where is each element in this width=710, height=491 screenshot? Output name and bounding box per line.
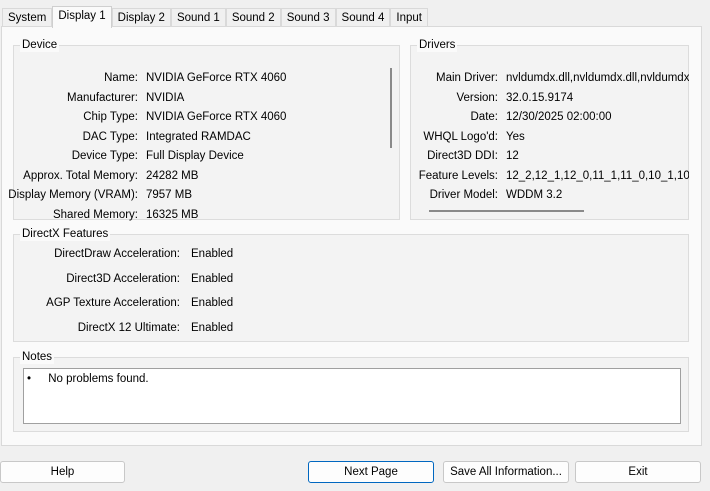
device-title: Device xyxy=(20,38,60,52)
directx-row: DirectX 12 Ultimate: Enabled xyxy=(14,320,688,336)
drivers-value: 12/30/2025 02:00:00 xyxy=(506,111,612,123)
drivers-label: Feature Levels: xyxy=(418,169,498,182)
directx-label: Direct3D Acceleration: xyxy=(66,272,180,285)
next-page-button[interactable]: Next Page xyxy=(308,461,434,483)
drivers-row: Driver Model: WDDM 3.2 xyxy=(411,187,688,203)
tab-sound-2[interactable]: Sound 2 xyxy=(225,8,281,27)
drivers-value: 12_2,12_1,12_0,11_1,11_0,10_1,10_0 xyxy=(506,169,689,182)
device-row: Chip Type: NVIDIA GeForce RTX 4060 xyxy=(14,109,399,125)
drivers-row: Main Driver: nvldumdx.dll,nvldumdx.dll,nv… xyxy=(411,70,689,86)
directx-value: Enabled xyxy=(191,272,234,285)
directx-features-group: DirectX Features DirectDraw Acceleration… xyxy=(13,227,689,342)
drivers-label: Version: xyxy=(456,91,498,104)
drivers-label: Direct3D DDI: xyxy=(427,150,498,162)
bullet-icon: • xyxy=(27,373,32,385)
tab-display-1[interactable]: Display 1 xyxy=(52,6,112,28)
drivers-hscrollbar[interactable] xyxy=(429,210,584,212)
drivers-group: Drivers Main Driver: nvldumdx.dll,nvldumd… xyxy=(410,38,689,220)
device-value: Integrated RAMDAC xyxy=(146,130,251,143)
device-value: 16325 MB xyxy=(146,208,199,221)
directx-label: AGP Texture Acceleration: xyxy=(46,297,180,309)
exit-button[interactable]: Exit xyxy=(575,461,701,483)
device-row: Name: NVIDIA GeForce RTX 4060 xyxy=(14,70,399,86)
tab-sound-3[interactable]: Sound 3 xyxy=(280,8,336,27)
drivers-label: Date: xyxy=(470,111,499,123)
drivers-value: Yes xyxy=(506,130,525,143)
drivers-value: WDDM 3.2 xyxy=(506,189,563,201)
save-all-information-button[interactable]: Save All Information... xyxy=(443,461,569,483)
drivers-value: nvldumdx.dll,nvldumdx.dll,nvldumdx.dll xyxy=(506,72,689,84)
device-value: NVIDIA GeForce RTX 4060 xyxy=(146,111,287,123)
drivers-label: Driver Model: xyxy=(429,189,498,201)
note-text: No problems found. xyxy=(48,373,149,385)
directx-value: Enabled xyxy=(191,297,234,309)
tab-system[interactable]: System xyxy=(2,8,53,27)
tab-bar: System Display 1 Display 2 Sound 1 Sound… xyxy=(2,6,428,28)
device-group: Device Name: NVIDIA GeForce RTX 4060 Manuf… xyxy=(8,38,400,223)
tab-input[interactable]: Input xyxy=(390,8,428,27)
directx-title: DirectX Features xyxy=(20,227,111,241)
drivers-row: Version: 32.0.15.9174 xyxy=(411,90,688,106)
notes-box[interactable]: • No problems found. xyxy=(23,368,681,424)
device-row: Device Type: Full Display Device xyxy=(14,148,399,164)
device-row: Shared Memory: 16325 MB xyxy=(14,207,399,223)
drivers-value: 12 xyxy=(506,150,519,162)
help-button[interactable]: Help xyxy=(0,461,125,483)
drivers-row: Date: 12/30/2025 02:00:00 xyxy=(411,109,688,125)
tab-sound-4[interactable]: Sound 4 xyxy=(335,8,391,27)
drivers-value: 32.0.15.9174 xyxy=(506,91,574,104)
directx-row: AGP Texture Acceleration: Enabled xyxy=(14,295,688,311)
directx-label: DirectX 12 Ultimate: xyxy=(77,321,180,334)
device-value: NVIDIA GeForce RTX 4060 xyxy=(146,72,287,84)
device-label: Device Type: xyxy=(71,150,138,162)
notes-group: Notes • No problems found. xyxy=(13,350,689,432)
device-row: Approx. Total Memory: 24282 MB xyxy=(14,168,399,184)
directx-row: Direct3D Acceleration: Enabled xyxy=(14,271,688,287)
device-value: NVIDIA xyxy=(146,91,185,104)
drivers-row: Feature Levels: 12_2,12_1,12_0,11_1,11_0,… xyxy=(411,168,689,184)
device-row: Display Memory (VRAM): 7957 MB xyxy=(8,187,399,203)
drivers-row: WHQL Logo'd: Yes xyxy=(411,129,688,145)
device-value: 7957 MB xyxy=(146,189,193,201)
tab-sound-1[interactable]: Sound 1 xyxy=(170,8,226,27)
device-label: Shared Memory: xyxy=(52,208,138,221)
directx-value: Enabled xyxy=(191,248,234,260)
directx-value: Enabled xyxy=(191,321,234,334)
drivers-label: WHQL Logo'd: xyxy=(423,130,498,143)
drivers-row: Direct3D DDI: 12 xyxy=(411,148,688,164)
directx-label: DirectDraw Acceleration: xyxy=(54,248,180,260)
device-label: Manufacturer: xyxy=(67,91,138,104)
device-label: Chip Type: xyxy=(83,111,138,123)
device-label: Name: xyxy=(104,72,138,84)
device-label: DAC Type: xyxy=(82,130,138,143)
device-row: DAC Type: Integrated RAMDAC xyxy=(14,129,399,145)
device-label: Approx. Total Memory: xyxy=(23,169,138,182)
device-value: Full Display Device xyxy=(146,150,244,162)
drivers-title: Drivers xyxy=(417,38,458,52)
tab-display-2[interactable]: Display 2 xyxy=(111,8,171,27)
note-item: • No problems found. xyxy=(27,371,149,387)
device-label: Display Memory (VRAM): xyxy=(8,189,138,201)
device-row: Manufacturer: NVIDIA xyxy=(14,90,399,106)
drivers-label: Main Driver: xyxy=(436,72,498,84)
directx-row: DirectDraw Acceleration: Enabled xyxy=(14,246,688,262)
device-value: 24282 MB xyxy=(146,169,199,182)
notes-title: Notes xyxy=(20,350,55,364)
